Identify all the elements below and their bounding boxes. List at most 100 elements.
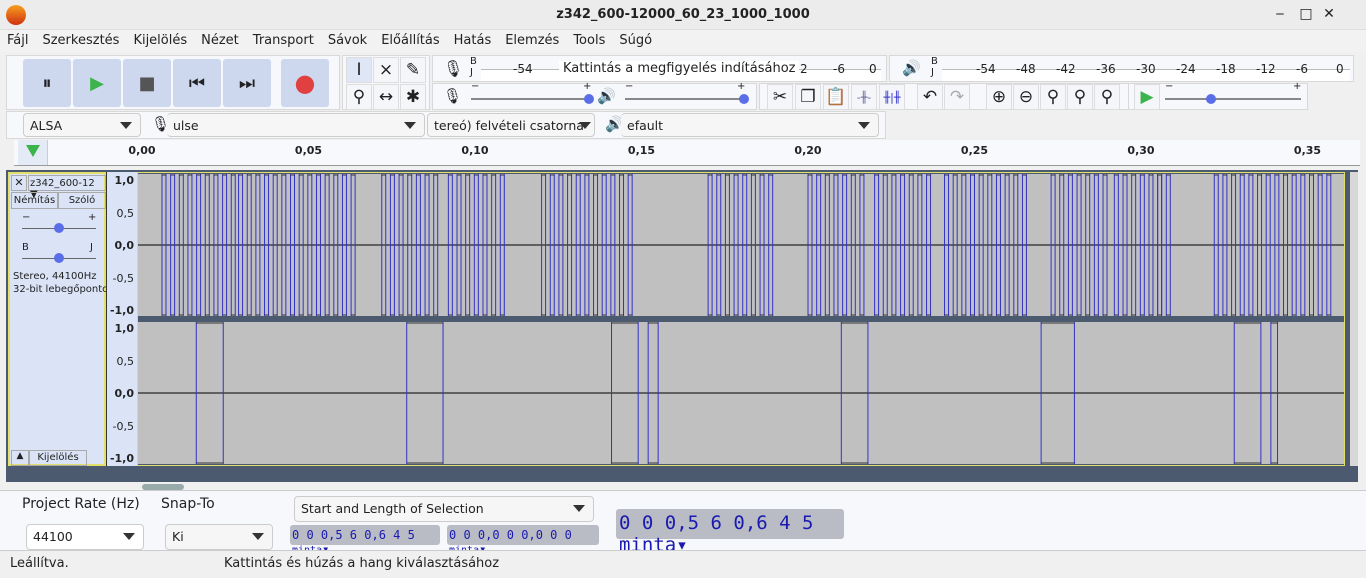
recording-channels-select[interactable]: tereó) felvételi csatorna <box>427 113 595 137</box>
trim-icon[interactable]: -╫- <box>851 84 877 110</box>
fit-project-icon[interactable]: ⚲ <box>1067 84 1093 110</box>
select-track-button[interactable]: Kijelölés <box>29 450 87 466</box>
gain-slider-thumb[interactable] <box>54 223 64 233</box>
ruler-tick-label: 0,35 <box>1293 144 1322 157</box>
vertical-scrollbar[interactable] <box>1350 172 1358 466</box>
redo-icon[interactable]: ↷ <box>944 84 970 110</box>
close-track-button[interactable]: ✕ <box>11 175 27 191</box>
scale-label: 0,5 <box>116 354 135 368</box>
meter-tick: -36 <box>1096 62 1116 76</box>
minimize-button[interactable]: ‒ <box>1271 6 1289 22</box>
slider-min: − <box>471 81 480 92</box>
meter-tick: 0 <box>869 62 877 76</box>
meter-tick: -48 <box>1016 62 1036 76</box>
envelope-tool-icon[interactable]: ⨯ <box>373 57 399 83</box>
solo-button[interactable]: Szóló <box>58 192 106 209</box>
menu-tools[interactable]: Tools <box>566 30 612 52</box>
menu-transport[interactable]: Transport <box>246 30 321 52</box>
record-meter-toolbar: 🎙 B J -54 Kattintás a megfigyelés indítá… <box>432 55 887 82</box>
menu-generate[interactable]: Előállítás <box>374 30 446 52</box>
selection-mode-select[interactable]: Start and Length of Selection <box>294 496 594 522</box>
silence-icon[interactable]: ╫|╫ <box>879 84 905 110</box>
collapse-track-button[interactable]: ▲ <box>11 450 29 466</box>
zoom-out-icon[interactable]: ⊖ <box>1013 84 1039 110</box>
selection-start-value: 0 0 0,5 6 0,6 4 5 <box>292 528 415 542</box>
undo-icon[interactable]: ↶ <box>917 84 943 110</box>
multi-tool-icon[interactable]: ✱ <box>400 84 426 110</box>
zoom-tool-icon[interactable]: ⚲ <box>346 84 372 110</box>
track-name-menu[interactable]: z342_600-12 ▼ <box>28 175 106 200</box>
snap-to-label: Snap-To <box>161 496 215 512</box>
snap-to-select[interactable]: Ki <box>165 524 273 550</box>
maximize-button[interactable]: □ <box>1297 6 1315 22</box>
recording-device-select[interactable]: ulse <box>167 113 425 137</box>
menu-bar: Fájl Szerkesztés Kijelölés Nézet Transpo… <box>0 30 1366 52</box>
record-button[interactable]: ● <box>281 59 329 107</box>
play-at-speed-button[interactable]: ▶ <box>1134 84 1160 110</box>
speaker-icon[interactable]: 🔊 <box>902 59 921 77</box>
scale-label: -1,0 <box>109 304 134 317</box>
selection-tool-icon[interactable]: I <box>346 57 372 83</box>
record-meter-hint[interactable]: Kattintás a megfigyelés indításához <box>559 61 800 76</box>
slider-thumb[interactable] <box>584 94 594 104</box>
cut-icon[interactable]: ✂ <box>767 84 793 110</box>
skip-to-start-button[interactable]: ⏮ <box>173 59 221 107</box>
track-sample-format: 32-bit lebegőpontos <box>13 284 114 295</box>
menu-select[interactable]: Kijelölés <box>126 30 194 52</box>
slider-thumb[interactable] <box>739 94 749 104</box>
meter-tick: -24 <box>1176 62 1196 76</box>
scale-label: -0,5 <box>112 271 134 285</box>
project-rate-select[interactable]: 44100 <box>26 524 144 550</box>
menu-tracks[interactable]: Sávok <box>321 30 374 52</box>
play-button[interactable]: ▶ <box>73 59 121 107</box>
slider-max: + <box>737 81 746 92</box>
close-button[interactable]: ✕ <box>1320 6 1338 22</box>
waveform[interactable] <box>137 172 1345 466</box>
pause-button[interactable]: ⏸ <box>23 59 71 107</box>
audio-host-select[interactable]: ALSA <box>23 113 141 137</box>
selection-toolbar: Project Rate (Hz) 44100 Snap-To Ki Start… <box>0 490 1366 556</box>
track-format-info: Stereo, 44100Hz <box>13 271 97 282</box>
gain-min: − <box>22 212 31 223</box>
menu-view[interactable]: Nézet <box>194 30 246 52</box>
meter-tick: -54 <box>513 62 533 76</box>
microphone-icon[interactable]: 🎙 <box>443 59 463 78</box>
skip-to-end-button[interactable]: ⏭ <box>223 59 271 107</box>
ruler-tick-label: 0,05 <box>294 144 323 157</box>
timeline-ruler[interactable]: 0,00 0,05 0,10 0,15 0,20 0,25 0,30 0,35 <box>14 140 1360 166</box>
play-head-button[interactable] <box>18 140 48 165</box>
menu-edit[interactable]: Szerkesztés <box>35 30 126 52</box>
skip-end-icon: ⏭ <box>238 72 256 94</box>
track-name: z342_600-12 <box>30 178 95 189</box>
stop-button[interactable]: ■ <box>123 59 171 107</box>
paste-icon[interactable]: 📋 <box>823 84 849 110</box>
menu-help[interactable]: Súgó <box>612 30 659 52</box>
slider-thumb[interactable] <box>1206 94 1216 104</box>
status-state: Leállítva. <box>10 556 69 571</box>
edit-toolbar: ✂ ❐ 📋 -╫- ╫|╫ ↶ ↷ ⊕ ⊖ ⚲ ⚲ ⚲ <box>759 83 1154 110</box>
playback-volume-slider[interactable] <box>625 98 743 100</box>
playback-device-value: efault <box>627 118 664 133</box>
copy-icon[interactable]: ❐ <box>795 84 821 110</box>
mute-button[interactable]: Némítás <box>11 192 58 209</box>
zoom-toggle-icon[interactable]: ⚲ <box>1094 84 1120 110</box>
meter-tick: -6 <box>833 62 845 76</box>
menu-analyze[interactable]: Elemzés <box>498 30 566 52</box>
selection-length-field[interactable]: 0 0 0,0 0 0,0 0 0 minta▾ <box>447 525 599 556</box>
recording-volume-slider[interactable] <box>471 98 589 100</box>
zoom-in-icon[interactable]: ⊕ <box>986 84 1012 110</box>
vertical-ruler[interactable]: 1,0 0,5 0,0 -0,5 -1,0 1,0 0,5 0,0 -0,5 -1,0 <box>106 172 138 466</box>
menu-file[interactable]: Fájl <box>0 30 35 52</box>
pan-slider-thumb[interactable] <box>54 253 64 263</box>
playback-device-select[interactable]: efault <box>621 113 879 137</box>
skip-start-icon: ⏮ <box>188 72 206 94</box>
fit-selection-icon[interactable]: ⚲ <box>1040 84 1066 110</box>
meter-tick: -30 <box>1136 62 1156 76</box>
draw-tool-icon[interactable]: ✎ <box>400 57 426 83</box>
menu-effect[interactable]: Hatás <box>447 30 499 52</box>
timeshift-tool-icon[interactable]: ↔ <box>373 84 399 110</box>
selection-start-field[interactable]: 0 0 0,5 6 0,6 4 5 minta▾ <box>290 525 440 556</box>
audio-position-field[interactable]: 0 0 0,5 6 0,6 4 5 minta▾ <box>616 509 844 556</box>
snap-to-value: Ki <box>172 529 184 544</box>
playback-speed-slider[interactable] <box>1165 98 1301 100</box>
